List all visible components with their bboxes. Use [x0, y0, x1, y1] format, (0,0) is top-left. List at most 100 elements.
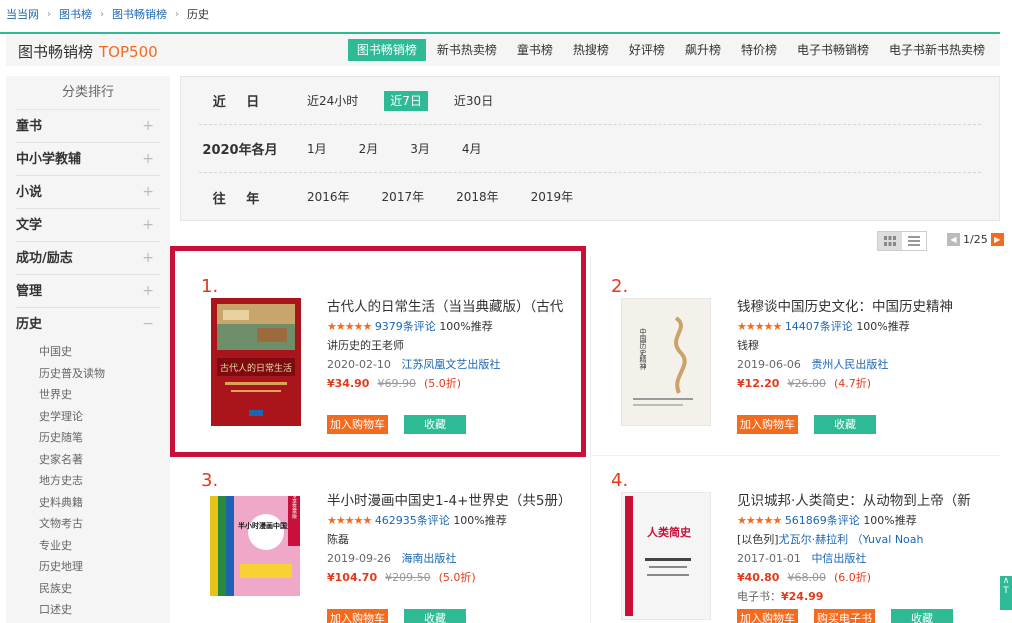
action-buttons: 加入购物车 收藏 [737, 415, 876, 434]
highlight-frame [170, 246, 586, 457]
tab-top-rated[interactable]: 好评榜 [620, 39, 674, 61]
sidebar-subitem[interactable]: 史料典籍 [6, 492, 170, 514]
plus-icon[interactable]: + [142, 110, 154, 143]
publish-date: 2019-06-06 [737, 358, 801, 371]
breadcrumb-books[interactable]: 图书榜 [59, 6, 92, 22]
book-author[interactable]: 尤瓦尔·赫拉利 [779, 533, 849, 546]
add-to-cart-button[interactable]: 加入购物车 [327, 609, 388, 623]
publish-row: 2019-09-26 海南出版社 [327, 550, 572, 568]
filter-option[interactable]: 1月 [301, 139, 333, 159]
action-buttons: 加入购物车 购买电子书 收藏 [737, 609, 953, 623]
sidebar-item-label: 童书 [16, 119, 43, 134]
filter-option[interactable]: 3月 [404, 139, 436, 159]
sidebar-subitem[interactable]: 世界史 [6, 384, 170, 406]
add-to-cart-button[interactable]: 加入购物车 [737, 609, 798, 623]
filter-label: 往 年 [212, 191, 268, 207]
prev-page-icon[interactable]: ◀ [947, 233, 960, 246]
list-header: 图书畅销榜 TOP500 图书畅销榜 新书热卖榜 童书榜 热搜榜 好评榜 飙升榜 … [6, 34, 1000, 66]
filter-option[interactable]: 4月 [456, 139, 488, 159]
sidebar-subitem[interactable]: 历史普及读物 [6, 363, 170, 385]
publisher[interactable]: 贵州人民出版社 [811, 358, 888, 371]
tab-new-hot[interactable]: 新书热卖榜 [428, 39, 506, 61]
recommend-rate: 100%推荐 [863, 514, 917, 527]
tab-bestseller[interactable]: 图书畅销榜 [347, 39, 426, 61]
review-count[interactable]: 462935条评论 [375, 514, 450, 527]
sidebar-item-management[interactable]: 管理 + [16, 275, 160, 308]
filter-option[interactable]: 2月 [353, 139, 385, 159]
sidebar-item-label: 管理 [16, 284, 43, 299]
back-to-top-button[interactable]: ∧ T [1000, 576, 1012, 610]
book-cover[interactable]: 中国历史精神 [621, 298, 711, 426]
favorite-button[interactable]: 收藏 [404, 609, 466, 623]
publisher[interactable]: 中信出版社 [811, 552, 866, 565]
plus-icon[interactable]: + [142, 275, 154, 308]
page-indicator: 1/25 [963, 233, 988, 246]
book-title[interactable]: 钱穆谈中国历史文化：中国历史精神 [737, 297, 982, 317]
tab-special-price[interactable]: 特价榜 [732, 39, 786, 61]
cover-title: 人类简史 [647, 525, 692, 539]
ebook-price: ¥24.99 [781, 590, 824, 603]
buy-ebook-button[interactable]: 购买电子书 [814, 609, 875, 623]
sidebar-item-success[interactable]: 成功/励志 + [16, 242, 160, 275]
plus-icon[interactable]: + [142, 176, 154, 209]
tab-rising[interactable]: 飙升榜 [676, 39, 730, 61]
tab-children[interactable]: 童书榜 [508, 39, 562, 61]
plus-icon[interactable]: + [142, 209, 154, 242]
book-author[interactable]: 陈磊 [327, 531, 572, 549]
breadcrumb-bestseller[interactable]: 图书畅销榜 [112, 6, 167, 22]
pagination: ◀ 1/25 ▶ [947, 233, 1004, 246]
sidebar-subitem[interactable]: 口述史 [6, 599, 170, 621]
filter-option[interactable]: 2018年 [450, 187, 505, 207]
tab-hot-search[interactable]: 热搜榜 [564, 39, 618, 61]
filter-option[interactable]: 2016年 [301, 187, 356, 207]
book-title[interactable]: 半小时漫画中国史1-4+世界史（共5册） [327, 491, 572, 511]
sidebar-item-label: 成功/励志 [16, 251, 73, 266]
book-cover[interactable]: 半小时漫画中国史 专享签章版 [195, 492, 315, 620]
book-title[interactable]: 见识城邦·人类简史：从动物到上帝（新 [737, 491, 982, 511]
review-count[interactable]: 561869条评论 [785, 514, 860, 527]
breadcrumb-home[interactable]: 当当网 [6, 6, 39, 22]
filter-option[interactable]: 2017年 [376, 187, 431, 207]
sidebar-item-literature[interactable]: 文学 + [16, 209, 160, 242]
favorite-button[interactable]: 收藏 [814, 415, 876, 434]
sidebar-item-label: 中小学教辅 [16, 152, 82, 167]
sidebar-subitem[interactable]: 专业史 [6, 535, 170, 557]
book-info: 钱穆谈中国历史文化：中国历史精神 ★★★★★ 14407条评论 100%推荐 钱… [737, 297, 982, 393]
filter-option[interactable]: 近30日 [448, 91, 499, 111]
filter-option-selected[interactable]: 近7日 [384, 90, 428, 111]
sidebar-item-children[interactable]: 童书 + [16, 110, 160, 143]
sidebar-item-textbooks[interactable]: 中小学教辅 + [16, 143, 160, 176]
publisher[interactable]: 海南出版社 [401, 552, 456, 565]
plus-icon[interactable]: + [142, 143, 154, 176]
tab-ebook-new[interactable]: 电子书新书热卖榜 [880, 39, 994, 61]
next-page-icon[interactable]: ▶ [990, 233, 1004, 246]
filter-option[interactable]: 2019年 [525, 187, 580, 207]
sale-price: ¥40.80 [737, 571, 780, 584]
sidebar-subitem[interactable]: 地方史志 [6, 470, 170, 492]
author-row: [以色列]尤瓦尔·赫拉利 （Yuval Noah [737, 531, 982, 549]
sidebar-subitem[interactable]: 文物考古 [6, 513, 170, 535]
sidebar-subitem[interactable]: 历史地理 [6, 556, 170, 578]
author-english-name[interactable]: （Yuval Noah [852, 533, 924, 546]
filter-option[interactable]: 近24小时 [301, 91, 364, 111]
discount: (6.0折) [833, 571, 872, 584]
page-title-suffix: TOP500 [99, 43, 158, 61]
sidebar-item-novels[interactable]: 小说 + [16, 176, 160, 209]
add-to-cart-button[interactable]: 加入购物车 [737, 415, 798, 434]
book-author[interactable]: 钱穆 [737, 337, 982, 355]
grid-view-icon[interactable] [878, 232, 902, 250]
book-cover[interactable]: 人类简史 [621, 492, 711, 620]
tab-ebook-bestseller[interactable]: 电子书畅销榜 [788, 39, 878, 61]
sidebar-subitem[interactable]: 史家名著 [6, 449, 170, 471]
minus-icon[interactable]: − [142, 308, 154, 341]
sidebar-subitem[interactable]: 民族史 [6, 578, 170, 600]
sidebar-subitem[interactable]: 史学理论 [6, 406, 170, 428]
sidebar-item-history[interactable]: 历史 − [16, 308, 160, 341]
list-view-icon[interactable] [902, 232, 926, 250]
plus-icon[interactable]: + [142, 242, 154, 275]
sidebar-subitem[interactable]: 历史随笔 [6, 427, 170, 449]
sidebar-subitem[interactable]: 中国史 [6, 341, 170, 363]
category-sidebar: 分类排行 童书 + 中小学教辅 + 小说 + 文学 + 成功/励志 + 管理 + 历史 − 中… [6, 76, 170, 623]
favorite-button[interactable]: 收藏 [891, 609, 953, 623]
review-count[interactable]: 14407条评论 [785, 320, 853, 333]
